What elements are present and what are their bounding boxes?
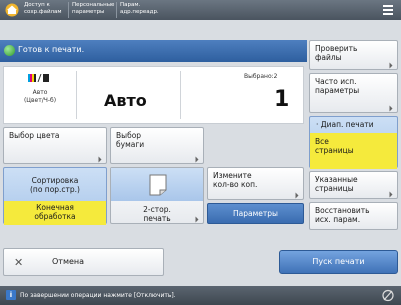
- change-copies-button[interactable]: Измените кол-во коп.: [207, 167, 304, 200]
- selected-count-label: Выбрано:2: [244, 73, 278, 80]
- paper-value: Авто: [104, 91, 147, 110]
- chevron-right-icon: [98, 156, 102, 163]
- button-label: исх. парам.: [315, 215, 361, 224]
- print-range-value-line: страницы: [315, 146, 354, 155]
- chevron-right-icon: [389, 62, 393, 69]
- button-label: Пуск печати: [312, 257, 365, 266]
- button-label: (по пор.стр.): [29, 185, 80, 194]
- button-label: обработка: [34, 212, 76, 221]
- status-text: Готов к печати.: [18, 45, 85, 54]
- duplex-preview: [111, 168, 203, 201]
- frequent-settings-button[interactable]: Часто исп. параметры: [309, 73, 398, 113]
- paper-select-button[interactable]: Выбор бумаги: [110, 127, 204, 164]
- button-label: Измените: [213, 171, 252, 180]
- color-mode-label: Авто (Цвет/Ч-б): [14, 89, 66, 105]
- tab-file-access[interactable]: Доступ к сохр.файлам: [24, 2, 62, 16]
- tab-forwarding-settings[interactable]: Парам. адр.переадр.: [120, 2, 159, 16]
- button-label: Параметры: [233, 209, 278, 218]
- print-range-button[interactable]: · Диап. печати Все страницы: [309, 116, 398, 169]
- connection-icon[interactable]: [381, 289, 395, 302]
- tab-personal-settings[interactable]: Персональные параметры: [72, 2, 114, 16]
- duplex-print-button[interactable]: 2-стор. печать: [110, 167, 204, 224]
- chevron-right-icon: [195, 216, 199, 223]
- button-label: Проверить: [315, 44, 358, 53]
- button-label: Указанные: [315, 175, 358, 184]
- tab-label: Парам.: [120, 2, 141, 8]
- footer-message: По завершении операции нажмите [Отключит…: [20, 292, 176, 299]
- tab-label: Доступ к: [24, 2, 50, 8]
- chevron-right-icon: [389, 105, 393, 112]
- separator: [68, 2, 69, 18]
- print-range-header: · Диап. печати: [316, 120, 374, 129]
- copies-count: 1: [274, 87, 290, 112]
- finishing-label: Конечная обработка: [4, 201, 106, 225]
- button-label: 2-стор.: [143, 205, 171, 214]
- footer-bar: i По завершении операции нажмите [Отключ…: [0, 286, 401, 305]
- status-bar: Готов к печати.: [0, 40, 307, 62]
- cancel-button[interactable]: ✕ Отмена: [3, 248, 164, 276]
- divider: [76, 71, 77, 119]
- parameters-button[interactable]: Параметры: [207, 203, 304, 224]
- tab-label: Персональные: [72, 2, 115, 8]
- color-select-button[interactable]: Выбор цвета: [3, 127, 107, 164]
- color-mode-value: Авто: [32, 89, 48, 96]
- duplex-page-icon: [149, 174, 167, 196]
- print-range-title: Диап. печати: [320, 120, 374, 129]
- button-label: кол-во коп.: [213, 180, 258, 189]
- separator: [116, 2, 117, 18]
- tab-label: параметры: [72, 9, 105, 15]
- status-ok-icon: [4, 45, 15, 56]
- tab-label: сохр.файлам: [24, 9, 62, 15]
- tab-label: адр.переадр.: [120, 9, 159, 15]
- button-label: Конечная: [36, 203, 74, 212]
- button-label: Часто исп.: [315, 77, 357, 86]
- chevron-right-icon: [195, 156, 199, 163]
- restore-defaults-button[interactable]: Восстановить исх. парам.: [309, 202, 398, 230]
- home-icon[interactable]: [5, 3, 19, 17]
- button-label: печать: [143, 214, 171, 223]
- button-label: Выбор цвета: [9, 131, 60, 140]
- start-print-button[interactable]: Пуск печати: [279, 250, 398, 274]
- specified-pages-button[interactable]: Указанные страницы: [309, 171, 398, 199]
- button-label: Восстановить: [315, 206, 370, 215]
- color-mode-icon: [28, 74, 49, 82]
- close-icon: ✕: [14, 256, 24, 269]
- info-icon: i: [6, 290, 16, 300]
- button-label: страницы: [315, 184, 354, 193]
- settings-summary-panel: Авто (Цвет/Ч-б) Авто Выбрано:2 1: [3, 66, 304, 124]
- button-label: Отмена: [52, 257, 85, 266]
- finishing-button[interactable]: Сортировка (по пор.стр.) Конечная обрабо…: [3, 167, 107, 225]
- check-files-button[interactable]: Проверить файлы: [309, 40, 398, 70]
- button-label: Выбор: [116, 131, 142, 140]
- sort-option: Сортировка (по пор.стр.): [4, 168, 106, 201]
- button-label: бумаги: [116, 140, 145, 149]
- duplex-label: 2-стор. печать: [111, 205, 203, 223]
- chevron-right-icon: [295, 192, 299, 199]
- color-mode-sub: (Цвет/Ч-б): [23, 97, 57, 104]
- hamburger-menu-icon[interactable]: [379, 2, 397, 18]
- top-bar: Доступ к сохр.файлам Персональные параме…: [0, 0, 401, 20]
- button-label: файлы: [315, 53, 342, 62]
- button-label: Сортировка: [31, 176, 79, 185]
- divider: [180, 71, 181, 119]
- chevron-right-icon: [389, 191, 393, 198]
- print-range-value-line: Все: [315, 137, 329, 146]
- print-range-value: Все страницы: [310, 133, 397, 169]
- button-label: параметры: [315, 86, 360, 95]
